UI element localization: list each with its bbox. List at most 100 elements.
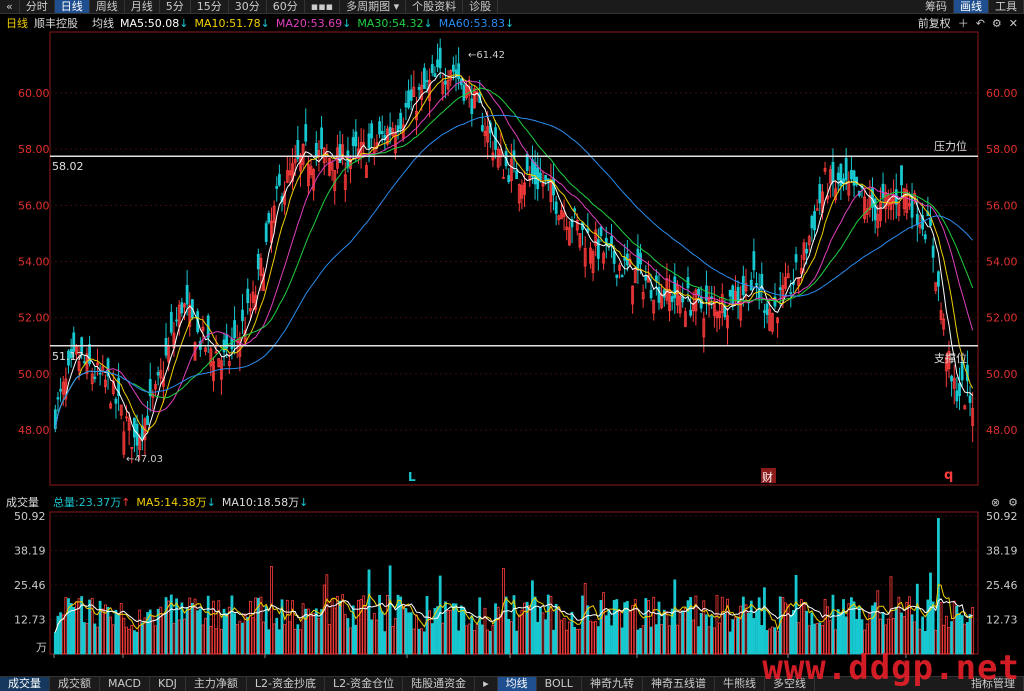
volume-bar (871, 605, 874, 655)
period-tab-4[interactable]: 5分 (160, 0, 191, 13)
toolbar-right-0[interactable]: 筹码 (919, 0, 954, 13)
back-button[interactable]: « (0, 0, 20, 13)
volume-bar (683, 607, 687, 655)
indicator-tab-1[interactable]: 成交额 (50, 677, 100, 691)
indicator-tab-5[interactable]: L2-资金抄底 (247, 677, 326, 691)
volume-bar (926, 599, 930, 655)
close-icon[interactable]: ✕ (1009, 17, 1018, 30)
volume-bar (562, 618, 566, 655)
volume-bar (560, 620, 563, 655)
volume-ma-line-0 (54, 584, 973, 633)
candle-body (528, 175, 532, 181)
candle-body (836, 172, 840, 180)
volume-bar (264, 606, 268, 655)
candle-body (668, 289, 671, 312)
period-tab-11[interactable]: 诊股 (463, 0, 499, 13)
candle-body (272, 205, 276, 224)
indicator-tab-0[interactable]: 成交量 (0, 677, 50, 691)
volume-bar (135, 631, 139, 655)
indicator-tab-7[interactable]: 陆股通资金 (403, 677, 476, 691)
volume-bar (433, 607, 437, 655)
period-tab-0[interactable]: 分时 (20, 0, 55, 13)
volume-bar (670, 608, 674, 655)
candle-body (641, 292, 645, 300)
candle-body (256, 253, 260, 270)
candle-body (306, 164, 310, 187)
period-tab-10[interactable]: 个股资料 (406, 0, 464, 13)
period-tab-1[interactable]: 日线 (54, 0, 90, 13)
candle-body (813, 211, 816, 231)
zoom-in-icon[interactable]: ＋ (958, 15, 969, 31)
period-tab-5[interactable]: 15分 (191, 0, 229, 13)
volume-bar (133, 630, 136, 655)
price-chart[interactable]: 60.00 60.00 58.00 58.00 56.00 56.00 54.00 54.00… (0, 0, 1024, 660)
volume-bar (755, 611, 758, 655)
candle-body (689, 309, 693, 316)
period-tab-2[interactable]: 周线 (90, 0, 125, 13)
indicator-tab-4[interactable]: 主力净额 (186, 677, 247, 691)
volume-bar (454, 603, 458, 655)
period-tab-9[interactable]: 多周期图 ▾ (340, 0, 407, 13)
volume-bar (686, 600, 690, 655)
close-icon[interactable]: ⊗ (991, 496, 1000, 509)
candle-body (185, 285, 189, 305)
toolbar-right-1[interactable]: 画线 (954, 0, 989, 13)
indicator-tab-8[interactable]: ▸ (475, 677, 498, 691)
candle-body (230, 338, 234, 350)
candle-body (799, 267, 803, 274)
candle-body (871, 187, 874, 208)
watermark-text: www.ddgp.net (762, 648, 1020, 688)
volume-bar (375, 619, 379, 655)
volume-bar (96, 626, 99, 655)
indicator-tab-2[interactable]: MACD (100, 677, 150, 691)
candle-body (380, 130, 384, 135)
volume-bar (499, 614, 503, 655)
volume-bar (462, 607, 466, 655)
period-tab-6[interactable]: 30分 (229, 0, 267, 13)
candle-body (383, 134, 387, 141)
volume-bar (309, 615, 313, 655)
candle-body (109, 403, 113, 409)
candle-body (64, 378, 68, 400)
indicator-tab-9[interactable]: 均线 (497, 677, 537, 691)
candle-body (235, 340, 239, 343)
candle-body (96, 362, 99, 366)
indicator-tab-3[interactable]: KDJ (150, 677, 186, 691)
volume-bar (715, 595, 719, 655)
candle-body (317, 150, 321, 156)
candle-body (942, 318, 946, 330)
period-tab-7[interactable]: 60分 (267, 0, 305, 13)
candle-body (77, 361, 81, 372)
adjust-selector[interactable]: 前复权 (918, 15, 951, 31)
indicator-tab-11[interactable]: 神奇九转 (582, 677, 643, 691)
indicator-tab-10[interactable]: BOLL (537, 677, 582, 691)
candle-body (462, 84, 466, 101)
period-tab-3[interactable]: 月线 (125, 0, 160, 13)
settings-icon[interactable]: ⚙ (1008, 496, 1018, 509)
indicator-name[interactable]: 均线 (92, 15, 114, 31)
candle-body (172, 332, 176, 349)
toolbar-right-2[interactable]: 工具 (989, 0, 1024, 13)
indicator-tab-13[interactable]: 牛熊线 (715, 677, 765, 691)
candle-body (133, 417, 136, 438)
volume-bar (104, 604, 107, 655)
volume-bar (328, 624, 331, 655)
volume-bar (509, 621, 513, 655)
volume-bar (739, 605, 743, 655)
indicator-tab-6[interactable]: L2-资金仓位 (325, 677, 404, 691)
volume-bar (757, 597, 761, 655)
indicator-tab-12[interactable]: 神奇五线谱 (643, 677, 715, 691)
settings-icon[interactable]: ⚙ (992, 17, 1002, 30)
candle-body (312, 169, 316, 191)
volume-bar (148, 609, 152, 655)
candle-body (610, 236, 613, 245)
candle-body (952, 377, 956, 389)
period-tab-8[interactable]: ▪▪▪ (305, 0, 341, 13)
candle-body (697, 288, 700, 296)
candle-body (204, 347, 207, 352)
undo-icon[interactable]: ↶ (976, 17, 985, 30)
candle-body (652, 299, 656, 314)
volume-bar (180, 602, 184, 655)
candle-body (607, 242, 611, 246)
volume-bar (235, 624, 239, 655)
